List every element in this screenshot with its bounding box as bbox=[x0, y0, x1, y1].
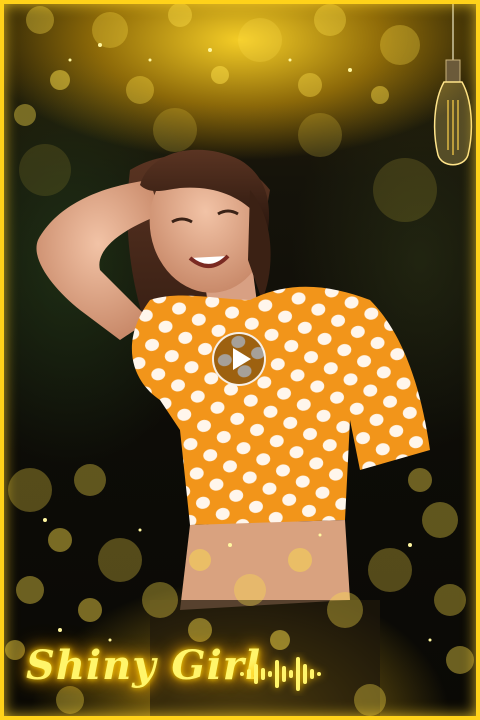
play-button[interactable] bbox=[212, 332, 266, 386]
play-icon bbox=[233, 348, 251, 370]
audio-waveform-icon bbox=[240, 657, 321, 691]
light-bulb-icon bbox=[433, 0, 473, 166]
video-frame: Shiny Girl bbox=[0, 0, 480, 720]
title-text: Shiny Girl bbox=[26, 642, 262, 689]
